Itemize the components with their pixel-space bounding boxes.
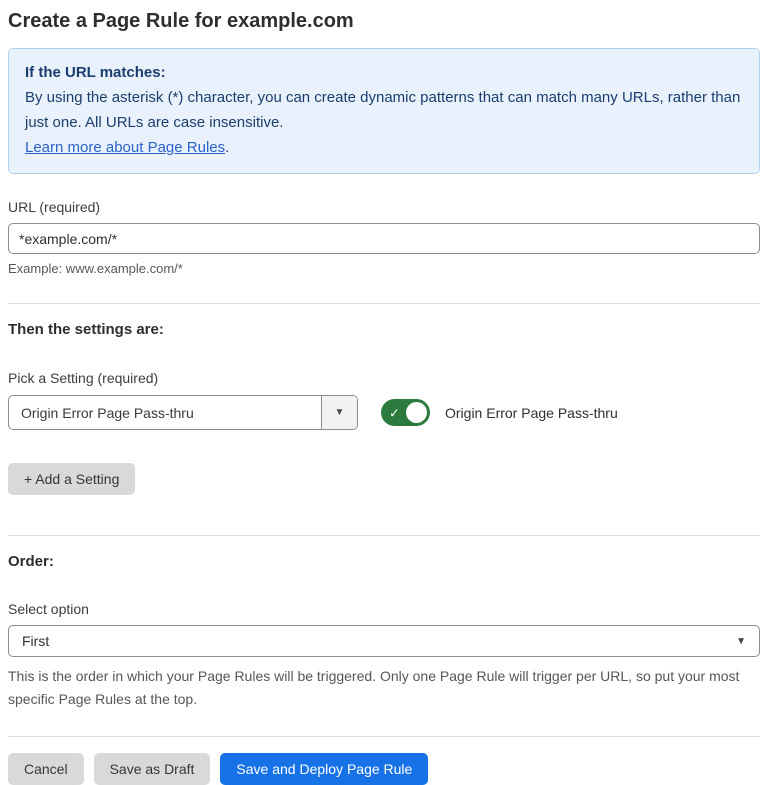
- order-section: Order: Select option First ▼ This is the…: [8, 536, 760, 711]
- link-suffix: .: [225, 139, 230, 156]
- chevron-down-icon: ▼: [334, 407, 345, 418]
- order-select[interactable]: First ▼: [8, 625, 760, 657]
- settings-heading: Then the settings are:: [8, 321, 164, 338]
- setting-toggle[interactable]: ✓: [381, 399, 430, 426]
- order-select-value: First: [22, 633, 50, 649]
- setting-toggle-label: Origin Error Page Pass-thru: [445, 404, 618, 421]
- page-title: Create a Page Rule for example.com: [8, 10, 354, 32]
- order-select-label: Select option: [8, 601, 89, 617]
- setting-picker-label: Pick a Setting (required): [8, 370, 159, 386]
- url-field-label: URL (required): [8, 199, 101, 215]
- setting-dropdown-arrow-button[interactable]: ▼: [321, 396, 357, 429]
- info-box-heading: If the URL matches:: [25, 64, 166, 81]
- order-heading: Order:: [8, 553, 54, 570]
- order-select-wrap: First ▼ This is the order in which your …: [8, 625, 760, 711]
- add-setting-wrap: + Add a Setting: [8, 463, 760, 495]
- add-setting-button[interactable]: + Add a Setting: [8, 463, 136, 495]
- check-icon: ✓: [389, 405, 400, 420]
- url-match-info-box: If the URL matches: By using the asteris…: [8, 48, 760, 174]
- setting-dropdown-value: Origin Error Page Pass-thru: [21, 404, 194, 421]
- url-section: URL (required) Example: www.example.com/…: [8, 199, 760, 276]
- info-box-link-line: Learn more about Page Rules.: [25, 135, 743, 160]
- setting-row: Origin Error Page Pass-thru ▼ ✓ Origin E…: [8, 395, 760, 430]
- url-input[interactable]: [8, 223, 760, 254]
- save-deploy-button[interactable]: Save and Deploy Page Rule: [220, 753, 429, 785]
- order-hint: This is the order in which your Page Rul…: [8, 668, 740, 707]
- learn-more-link[interactable]: Learn more about Page Rules: [25, 139, 225, 156]
- setting-dropdown[interactable]: Origin Error Page Pass-thru ▼: [8, 395, 358, 430]
- settings-section: Then the settings are: Pick a Setting (r…: [8, 304, 760, 495]
- chevron-down-icon: ▼: [736, 635, 746, 647]
- footer-actions: Cancel Save as Draft Save and Deploy Pag…: [8, 737, 760, 785]
- toggle-knob: [406, 402, 427, 423]
- info-box-body: By using the asterisk (*) character, you…: [25, 89, 741, 131]
- cancel-button[interactable]: Cancel: [8, 753, 84, 785]
- save-draft-button[interactable]: Save as Draft: [93, 753, 211, 785]
- url-field-hint: Example: www.example.com/*: [8, 261, 183, 276]
